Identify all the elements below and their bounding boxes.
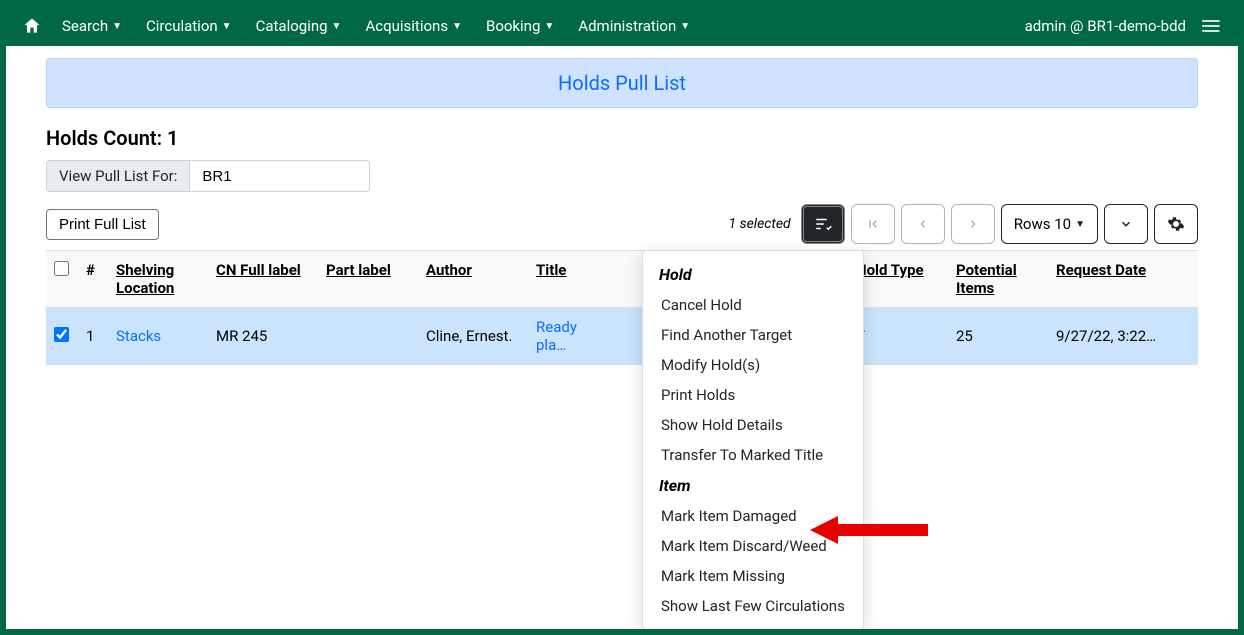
- col-part[interactable]: Part label: [318, 251, 418, 308]
- col-cn[interactable]: CN Full label: [208, 251, 318, 308]
- nav-booking[interactable]: Booking▼: [486, 17, 554, 35]
- caret-down-icon: ▼: [544, 21, 554, 32]
- nav-circulation[interactable]: Circulation▼: [146, 17, 232, 35]
- menu-icon[interactable]: [1202, 16, 1222, 36]
- nav-administration[interactable]: Administration▼: [578, 17, 690, 35]
- page-first-button[interactable]: [851, 204, 895, 244]
- action-find-another-target[interactable]: Find Another Target: [643, 320, 863, 350]
- action-show-hold-details[interactable]: Show Hold Details: [643, 410, 863, 440]
- selected-count: 1 selected: [729, 216, 791, 232]
- action-transfer-to-marked-title[interactable]: Transfer To Marked Title: [643, 440, 863, 470]
- print-full-list-button[interactable]: Print Full List: [46, 209, 159, 240]
- home-icon[interactable]: [22, 16, 42, 36]
- nav-acquisitions[interactable]: Acquisitions▼: [365, 17, 462, 35]
- actions-menu-button[interactable]: [801, 204, 845, 244]
- caret-down-icon: ▼: [112, 21, 122, 32]
- holds-table: # Shelving Location CN Full label Part l…: [46, 250, 1198, 365]
- annotation-arrow: [808, 512, 928, 548]
- col-potential[interactable]: Potential Items: [948, 251, 1048, 308]
- cell-potential: 25: [948, 308, 1048, 365]
- cell-cn: MR 245: [208, 308, 318, 365]
- top-navbar: Search▼ Circulation▼ Cataloging▼ Acquisi…: [6, 6, 1238, 46]
- cell-shelving[interactable]: Stacks: [108, 308, 208, 365]
- row-checkbox[interactable]: [54, 327, 69, 342]
- col-author[interactable]: Author: [418, 251, 528, 308]
- cell-author: Cline, Ernest.: [418, 308, 528, 365]
- col-num[interactable]: #: [78, 251, 108, 308]
- cell-part: [318, 308, 418, 365]
- caret-down-icon: ▼: [680, 21, 690, 32]
- page-next-button[interactable]: [951, 204, 995, 244]
- action-show-last-few-circulations[interactable]: Show Last Few Circulations: [643, 591, 863, 621]
- holds-count: Holds Count: 1: [46, 126, 1198, 150]
- rows-per-page-select[interactable]: Rows 10▼: [1001, 204, 1098, 244]
- dropdown-header-item: Item: [643, 470, 863, 501]
- select-all-checkbox[interactable]: [54, 261, 69, 276]
- actions-dropdown: Hold Cancel Hold Find Another Target Mod…: [642, 250, 864, 629]
- col-title[interactable]: Title: [528, 251, 598, 308]
- page-title: Holds Pull List: [46, 58, 1198, 108]
- action-modify-holds[interactable]: Modify Hold(s): [643, 350, 863, 380]
- page-prev-button[interactable]: [901, 204, 945, 244]
- table-row[interactable]: 1 Stacks MR 245 Cline, Ernest. Ready pla…: [46, 308, 1198, 365]
- action-print-holds[interactable]: Print Holds: [643, 380, 863, 410]
- expand-button[interactable]: [1104, 204, 1148, 244]
- caret-down-icon: ▼: [452, 21, 462, 32]
- dropdown-header-hold: Hold: [643, 259, 863, 290]
- caret-down-icon: ▼: [332, 21, 342, 32]
- col-shelving[interactable]: Shelving Location: [108, 251, 208, 308]
- cell-num: 1: [78, 308, 108, 365]
- org-unit-input[interactable]: [190, 160, 370, 192]
- caret-down-icon: ▼: [222, 21, 232, 32]
- nav-search[interactable]: Search▼: [62, 17, 122, 35]
- cell-title[interactable]: Ready pla…: [528, 308, 598, 365]
- settings-button[interactable]: [1154, 204, 1198, 244]
- action-cancel-hold[interactable]: Cancel Hold: [643, 290, 863, 320]
- nav-cataloging[interactable]: Cataloging▼: [256, 17, 342, 35]
- col-reqdate[interactable]: Request Date: [1048, 251, 1198, 308]
- filter-label: View Pull List For:: [46, 160, 190, 192]
- cell-reqdate: 9/27/22, 3:22…: [1048, 308, 1198, 365]
- user-label[interactable]: admin @ BR1-demo-bdd: [1025, 17, 1186, 35]
- action-mark-item-missing[interactable]: Mark Item Missing: [643, 561, 863, 591]
